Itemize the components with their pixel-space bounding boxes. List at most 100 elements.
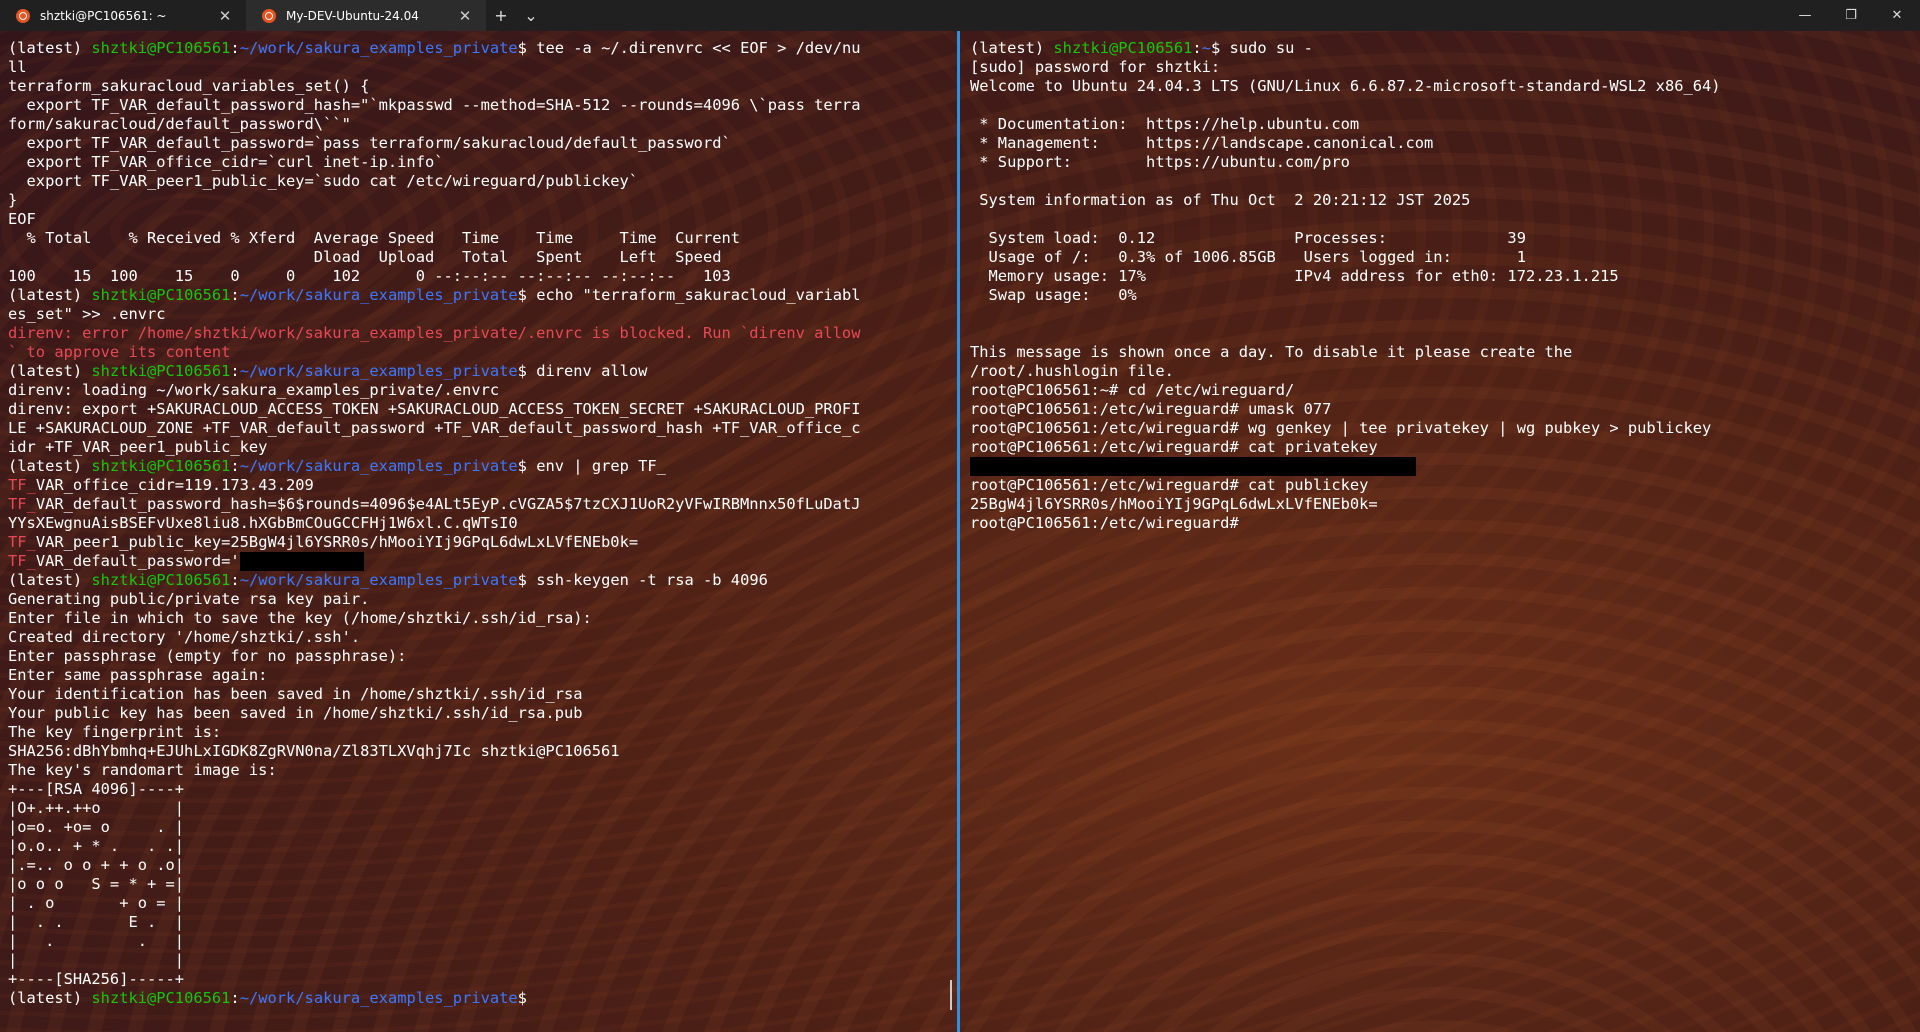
output-line: es_set" >> .envrc bbox=[8, 305, 166, 323]
output-line: * Support: https://ubuntu.com/pro bbox=[970, 153, 1350, 171]
output-line: ll bbox=[8, 58, 27, 76]
prompt-line: (latest) shztki@PC106561:~/work/sakura_e… bbox=[8, 286, 861, 304]
output-line: root@PC106561:/etc/wireguard# cat public… bbox=[970, 476, 1369, 494]
error-line: direnv: error /home/shztki/work/sakura_e… bbox=[8, 324, 861, 342]
output-line: * Management: https://landscape.canonica… bbox=[970, 134, 1434, 152]
output-line: export TF_VAR_default_password_hash="`mk… bbox=[8, 96, 861, 114]
output-line: This message is shown once a day. To dis… bbox=[970, 343, 1573, 361]
output-line: Welcome to Ubuntu 24.04.3 LTS (GNU/Linux… bbox=[970, 77, 1721, 95]
output-line: 25BgW4jl6YSRR0s/hMooiYIj9GPqL6dwLxLVfENE… bbox=[970, 495, 1378, 513]
randomart-line: |o o o S = * + =| bbox=[8, 875, 185, 893]
randomart-line: |o=o. +o= o . | bbox=[8, 818, 185, 836]
grep-match: TF_ bbox=[8, 533, 36, 551]
right-terminal-pane[interactable]: (latest) shztki@PC106561:~$ sudo su - [su… bbox=[961, 31, 1920, 1032]
left-terminal-pane[interactable]: (latest) shztki@PC106561:~/work/sakura_e… bbox=[0, 31, 957, 1032]
output-line: export TF_VAR_office_cidr=`curl inet-ip.… bbox=[8, 153, 444, 171]
output-line: [sudo] password for shztki: bbox=[970, 58, 1221, 76]
output-line: Usage of /: 0.3% of 1006.85GB Users logg… bbox=[970, 248, 1526, 266]
output-line: Dload Upload Total Spent Left Speed bbox=[8, 248, 722, 266]
prompt-user: shztki@PC106561 bbox=[91, 989, 231, 1007]
output-line: The key fingerprint is: bbox=[8, 723, 222, 741]
output-line: * Documentation: https://help.ubuntu.com bbox=[970, 115, 1360, 133]
prompt-user: shztki@PC106561 bbox=[91, 457, 231, 475]
output-line: root@PC106561:/etc/wireguard# wg genkey … bbox=[970, 419, 1712, 437]
randomart-line: +---[RSA 4096]----+ bbox=[8, 780, 185, 798]
output-line: TF_VAR_office_cidr=119.173.43.209 bbox=[8, 476, 314, 494]
prompt-line: (latest) shztki@PC106561:~/work/sakura_e… bbox=[8, 571, 768, 589]
command-text: direnv allow bbox=[526, 362, 648, 380]
output-line: System information as of Thu Oct 2 20:21… bbox=[970, 191, 1471, 209]
prompt-user: shztki@PC106561 bbox=[91, 571, 231, 589]
output-line: Enter passphrase (empty for no passphras… bbox=[8, 647, 407, 665]
pane-divider[interactable] bbox=[957, 31, 960, 1032]
output-line: Generating public/private rsa key pair. bbox=[8, 590, 370, 608]
output-line: TF_VAR_default_password=' bbox=[8, 552, 957, 571]
redacted-password bbox=[239, 552, 364, 571]
output-line: root@PC106561:~# cd /etc/wireguard/ bbox=[970, 381, 1295, 399]
prompt-line: (latest) shztki@PC106561:~/work/sakura_e… bbox=[8, 362, 648, 380]
output-line: Enter file in which to save the key (/ho… bbox=[8, 609, 592, 627]
output-line: terraform_sakuracloud_variables_set() { bbox=[8, 77, 370, 95]
output-line: Created directory '/home/shztki/.ssh'. bbox=[8, 628, 361, 646]
randomart-line: |O+.++.++o | bbox=[8, 799, 185, 817]
tab-home[interactable]: shztki@PC106561: ~ ✕ bbox=[0, 0, 246, 31]
prompt-path: ~ bbox=[1201, 39, 1211, 57]
output-line: export TF_VAR_peer1_public_key=`sudo cat… bbox=[8, 172, 639, 190]
output-line: 100 15 100 15 0 0 102 0 --:--:-- --:--:-… bbox=[8, 267, 731, 285]
title-bar: shztki@PC106561: ~ ✕ My-DEV-Ubuntu-24.04… bbox=[0, 0, 1920, 31]
grep-match: TF_ bbox=[8, 495, 36, 513]
output-line: % Total % Received % Xferd Average Speed… bbox=[8, 229, 741, 247]
redacted-private-key bbox=[970, 457, 1416, 476]
output-line: Enter same passphrase again: bbox=[8, 666, 268, 684]
output-line: } bbox=[8, 191, 18, 209]
output-line: direnv: loading ~/work/sakura_examples_p… bbox=[8, 381, 500, 399]
error-line: ` to approve its content bbox=[8, 343, 231, 361]
randomart-line: +----[SHA256]-----+ bbox=[8, 970, 185, 988]
ubuntu-icon bbox=[16, 8, 30, 23]
grep-match: TF_ bbox=[8, 552, 36, 570]
prompt-line: (latest) shztki@PC106561:~/work/sakura_e… bbox=[8, 39, 861, 57]
restore-icon[interactable]: ❐ bbox=[1828, 0, 1874, 31]
tab-close-icon[interactable]: ✕ bbox=[214, 5, 236, 27]
ubuntu-icon bbox=[262, 8, 276, 23]
output-line: YYsXEwgnuAisBSEFvUxe8liu8.hXGbBmCOuGCCFH… bbox=[8, 514, 518, 532]
output-line: root@PC106561:/etc/wireguard# bbox=[970, 514, 1239, 532]
output-line: Memory usage: 17% IPv4 address for eth0:… bbox=[970, 267, 1619, 285]
randomart-line: | . . E . | bbox=[8, 913, 185, 931]
output-line: root@PC106561:/etc/wireguard# cat privat… bbox=[970, 438, 1378, 456]
tab-my-dev-ubuntu[interactable]: My-DEV-Ubuntu-24.04 ✕ bbox=[246, 0, 486, 31]
prompt-user: shztki@PC106561 bbox=[91, 286, 231, 304]
prompt-user: shztki@PC106561 bbox=[1053, 39, 1193, 57]
tab-dropdown-icon[interactable]: ⌄ bbox=[516, 0, 546, 31]
prompt-path: ~/work/sakura_examples_private bbox=[239, 362, 518, 380]
command-text: ssh-keygen -t rsa -b 4096 bbox=[526, 571, 768, 589]
prompt-user: shztki@PC106561 bbox=[91, 362, 231, 380]
prompt-path: ~/work/sakura_examples_private bbox=[239, 286, 518, 304]
prompt-path: ~/work/sakura_examples_private bbox=[239, 39, 518, 57]
new-tab-icon[interactable]: + bbox=[486, 0, 516, 31]
output-line: Swap usage: 0% bbox=[970, 286, 1137, 304]
output-line: Your public key has been saved in /home/… bbox=[8, 704, 583, 722]
tab-label: shztki@PC106561: ~ bbox=[40, 8, 167, 23]
command-text: sudo su - bbox=[1220, 39, 1313, 57]
output-line: System load: 0.12 Processes: 39 bbox=[970, 229, 1526, 247]
prompt-path: ~/work/sakura_examples_private bbox=[239, 571, 518, 589]
minimize-icon[interactable]: — bbox=[1782, 0, 1828, 31]
output-line: /root/.hushlogin file. bbox=[970, 362, 1174, 380]
prompt-path: ~/work/sakura_examples_private bbox=[239, 457, 518, 475]
output-line bbox=[970, 457, 1920, 476]
prompt-path: ~/work/sakura_examples_private bbox=[239, 989, 518, 1007]
tab-close-icon[interactable]: ✕ bbox=[454, 5, 476, 27]
output-line: Your identification has been saved in /h… bbox=[8, 685, 583, 703]
randomart-line: |o.o.. + * . . .| bbox=[8, 837, 185, 855]
close-window-icon[interactable]: ✕ bbox=[1874, 0, 1920, 31]
output-line: LE +SAKURACLOUD_ZONE +TF_VAR_default_pas… bbox=[8, 419, 861, 437]
text-cursor bbox=[950, 980, 952, 1010]
randomart-line: |.=.. o o + + o .o| bbox=[8, 856, 185, 874]
output-line: export TF_VAR_default_password=`pass ter… bbox=[8, 134, 731, 152]
prompt-line: (latest) shztki@PC106561:~$ sudo su - bbox=[970, 39, 1313, 57]
